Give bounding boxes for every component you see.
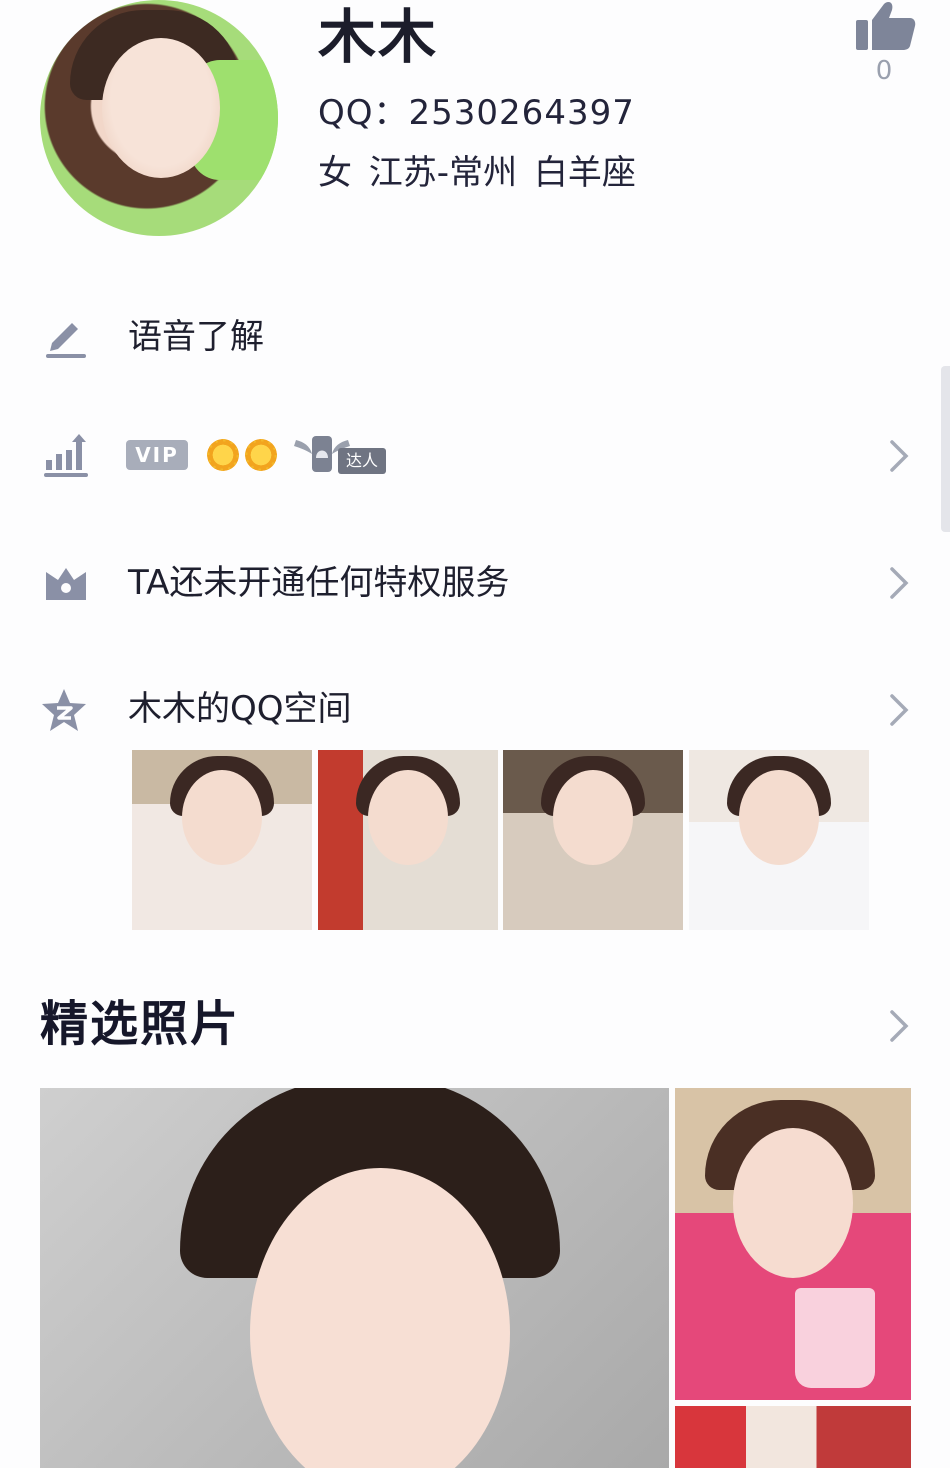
daren-badge: 达人 [292, 432, 388, 476]
qzone-photo-thumbnail[interactable] [503, 750, 683, 930]
thumbs-up-icon[interactable] [854, 0, 916, 52]
chevron-right-icon[interactable] [886, 690, 912, 730]
privilege-status[interactable]: TA还未开通任何特权服务 [128, 560, 509, 606]
qzone-photo-thumbnail[interactable] [132, 750, 312, 930]
crown-icon [46, 568, 86, 600]
sun-level-icon [245, 439, 277, 471]
sun-level-icon [207, 439, 239, 471]
featured-photo[interactable] [675, 1406, 911, 1468]
featured-photos-title: 精选照片 [40, 996, 241, 1052]
qq-number: QQ：2530264397 [318, 93, 635, 133]
rank-chart-icon [44, 434, 88, 477]
featured-photo[interactable] [675, 1088, 911, 1400]
profile-info: 女 江苏-常州 白羊座 [318, 153, 636, 193]
chevron-right-icon[interactable] [886, 436, 912, 476]
pencil-icon [46, 323, 86, 358]
featured-photo-main[interactable] [40, 1088, 669, 1468]
daren-label: 达人 [338, 448, 386, 474]
qzone-link[interactable]: 木木的QQ空间 [128, 686, 352, 732]
profile-avatar[interactable] [40, 0, 278, 236]
qzone-photo-thumbnail[interactable] [318, 750, 498, 930]
like-count: 0 [875, 56, 893, 86]
voice-intro-label[interactable]: 语音了解 [128, 314, 264, 360]
chevron-right-icon[interactable] [886, 1006, 912, 1046]
profile-name: 木木 [318, 3, 439, 71]
qzone-photo-thumbnail[interactable] [689, 750, 869, 930]
vip-badge: VIP [126, 440, 188, 470]
scrollbar[interactable] [941, 366, 950, 532]
chevron-right-icon[interactable] [886, 563, 912, 603]
qzone-star-icon [42, 689, 86, 731]
